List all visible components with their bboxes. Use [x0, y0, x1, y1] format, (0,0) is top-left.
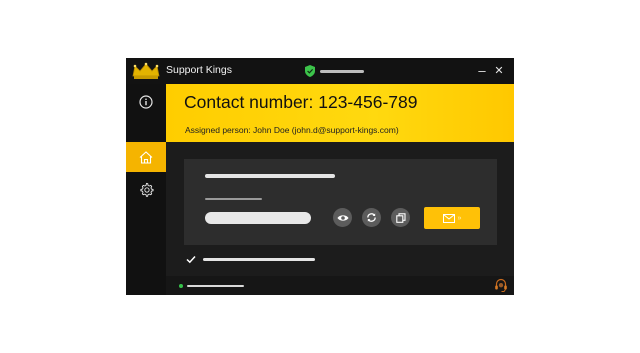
send-email-button[interactable]: »	[424, 207, 480, 229]
app-title: Support Kings	[166, 64, 232, 76]
session-card	[184, 159, 497, 245]
status-bar	[166, 276, 514, 295]
home-icon	[139, 150, 153, 164]
refresh-icon	[367, 213, 376, 222]
checkbox-label-placeholder	[203, 258, 315, 261]
assigned-person: Assigned person: John Doe (john.d@suppor…	[185, 125, 399, 135]
shield-check-icon	[305, 65, 315, 77]
headset-icon[interactable]	[494, 278, 508, 293]
mail-icon	[442, 213, 455, 223]
sidebar-item-settings[interactable]	[126, 174, 166, 204]
gear-icon	[139, 182, 154, 197]
connection-status-bar	[320, 70, 364, 73]
eye-icon	[337, 214, 348, 221]
copy-icon	[395, 212, 406, 223]
refresh-code-button[interactable]	[362, 208, 381, 227]
close-button[interactable]: ✕	[489, 61, 509, 81]
sidebar-item-info[interactable]	[126, 87, 166, 117]
title-bar[interactable]: Support Kings – ✕	[126, 58, 514, 84]
contact-header: Contact number: 123-456-789 Assigned per…	[166, 84, 514, 142]
status-text-placeholder	[187, 285, 244, 287]
card-title-placeholder	[205, 174, 335, 178]
field-label-placeholder	[205, 198, 262, 200]
show-code-button[interactable]	[333, 208, 352, 227]
crown-logo-icon	[132, 62, 160, 79]
app-window: Support Kings – ✕ Contact number: 123-45…	[126, 58, 514, 295]
sidebar	[126, 84, 166, 295]
online-status-dot	[179, 284, 183, 288]
contact-number: Contact number: 123-456-789	[184, 92, 418, 112]
send-arrow-icon: »	[457, 214, 462, 222]
info-icon	[139, 95, 153, 109]
sidebar-item-home[interactable]	[126, 142, 166, 172]
checkmark-icon	[185, 255, 196, 264]
option-checkbox[interactable]	[185, 254, 196, 265]
session-code-field[interactable]	[205, 212, 311, 224]
copy-code-button[interactable]	[391, 208, 410, 227]
